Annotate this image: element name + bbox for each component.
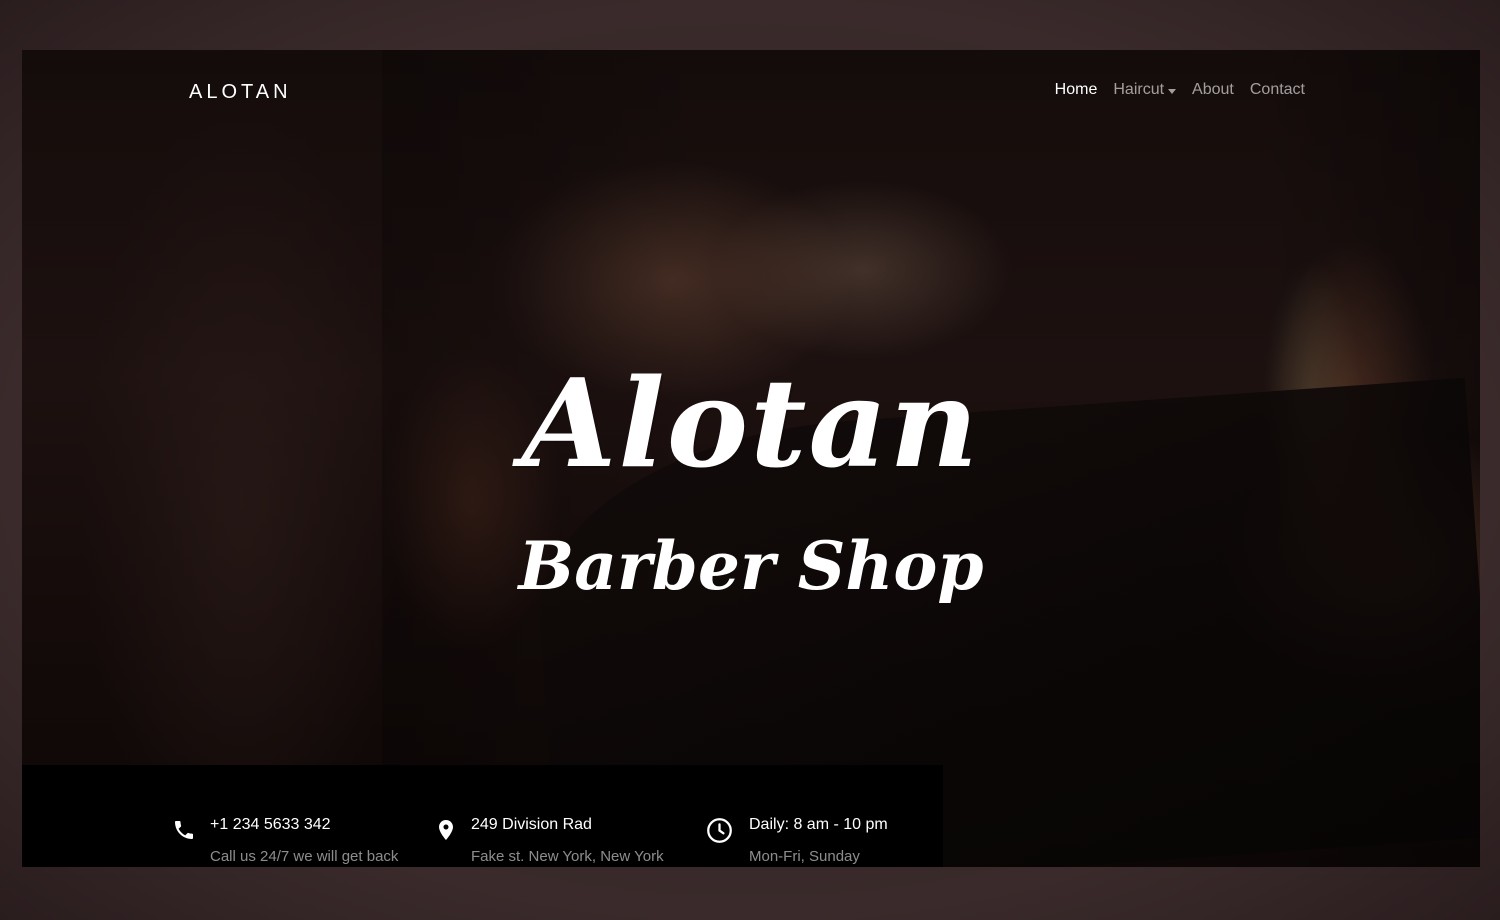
info-phone-text: +1 234 5633 342 Call us 24/7 we will get… [210,815,398,867]
brand-logo-link[interactable]: ALOTAN [189,81,292,104]
nav-item-home[interactable]: Home [1055,81,1098,99]
nav-item-haircut-label: Haircut [1113,81,1165,98]
hours-line: Daily: 8 am - 10 pm [749,816,888,833]
map-pin-icon [439,820,453,840]
hero-subtitle: Barber Shop [518,526,984,605]
nav-item-about[interactable]: About [1192,81,1234,99]
top-navbar: ALOTAN Home Haircut About Contact [22,50,1480,132]
hours-caption: Mon-Fri, Sunday [749,848,860,865]
phone-number[interactable]: +1 234 5633 342 [210,815,398,835]
nav-item-haircut[interactable]: Haircut [1113,81,1177,99]
phone-icon [175,821,193,839]
address-line: 249 Division Rad [471,816,592,833]
info-hours-text: Daily: 8 am - 10 pm Mon-Fri, Sunday [749,815,888,867]
page-frame: ALOTAN Home Haircut About Contact Alotan… [0,0,1500,920]
nav-links: Home Haircut About Contact [1055,81,1305,99]
nav-item-contact[interactable]: Contact [1250,81,1305,99]
clock-icon [707,818,732,843]
address-caption: Fake st. New York, New York [471,848,664,865]
browser-viewport: ALOTAN Home Haircut About Contact Alotan… [22,50,1480,867]
chevron-down-icon [1168,88,1177,94]
hero-title: Alotan [521,350,981,495]
info-address-text: 249 Division Rad Fake st. New York, New … [471,815,664,867]
phone-caption: Call us 24/7 we will get back [210,848,399,865]
contact-info-bar: +1 234 5633 342 Call us 24/7 we will get… [22,765,943,867]
